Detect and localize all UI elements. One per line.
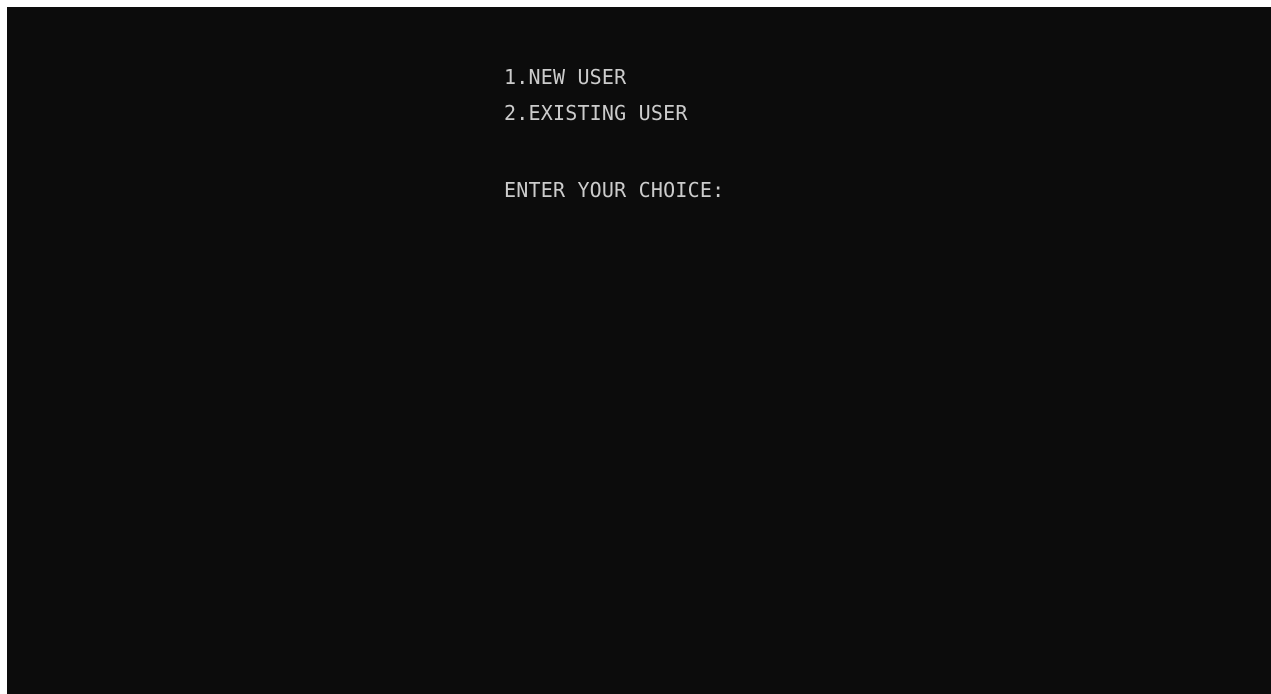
text-cursor <box>730 197 742 200</box>
menu-option-existing-user: 2.EXISTING USER <box>504 101 688 125</box>
console-window[interactable]: 1.NEW USER 2.EXISTING USER ENTER YOUR CH… <box>7 7 1271 694</box>
choice-prompt[interactable]: ENTER YOUR CHOICE: <box>504 178 742 202</box>
choice-prompt-text: ENTER YOUR CHOICE: <box>504 178 725 202</box>
window-frame: 1.NEW USER 2.EXISTING USER ENTER YOUR CH… <box>0 0 1271 694</box>
menu-option-new-user: 1.NEW USER <box>504 65 627 89</box>
